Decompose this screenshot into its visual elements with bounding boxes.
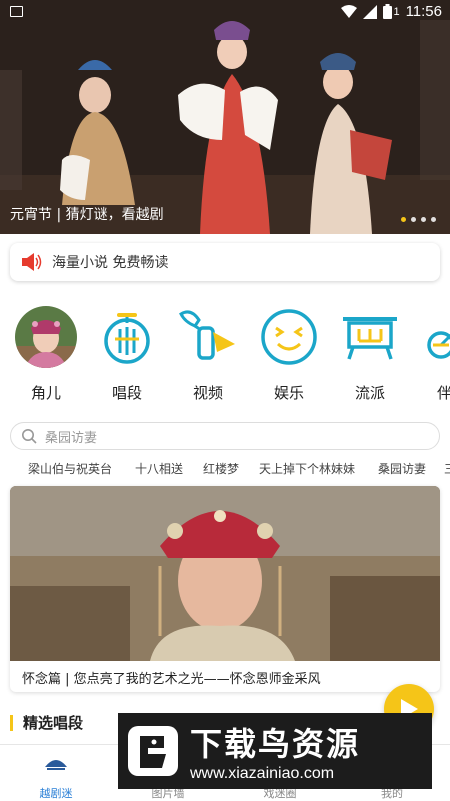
- search-bar[interactable]: 桑园访妻: [10, 422, 440, 450]
- banner-dot[interactable]: [411, 217, 416, 222]
- hot-tag[interactable]: 红楼梦: [203, 460, 239, 477]
- category-ban[interactable]: 伴: [411, 300, 450, 403]
- banner-caption: 元宵节 | 猜灯谜，看越剧: [10, 207, 164, 223]
- category-label: 娱乐: [273, 384, 304, 402]
- banner-pagination: [401, 217, 436, 222]
- hot-tag[interactable]: 梁山伯与祝英台: [28, 460, 112, 477]
- notice-text: 海量小说 免费畅读: [52, 255, 169, 271]
- banner-dot[interactable]: [401, 217, 406, 222]
- home-icon: [45, 760, 67, 770]
- banner-carousel[interactable]: 元宵节 | 猜灯谜，看越剧: [0, 0, 450, 234]
- search-icon: [22, 429, 37, 444]
- category-jueer[interactable]: 角儿: [6, 300, 86, 403]
- hot-tags-row: 梁山伯与祝英台 十八相送 红楼梦 天上掉下个林妹妹 桑园访妻 三: [0, 458, 450, 480]
- avatar-photo: [15, 306, 77, 368]
- accompany-icon: [427, 331, 450, 359]
- nav-label: 越剧迷: [39, 787, 73, 800]
- hot-tag[interactable]: 三: [444, 460, 450, 477]
- hot-tag[interactable]: 十八相送: [135, 460, 183, 477]
- wifi-icon: [341, 4, 358, 18]
- search-placeholder: 桑园访妻: [45, 430, 98, 446]
- hot-tag[interactable]: 桑园访妻: [378, 460, 426, 477]
- feature-title: 怀念篇 | 您点亮了我的艺术之光——怀念恩师金采风: [22, 672, 321, 687]
- category-yule[interactable]: 娱乐: [249, 300, 329, 403]
- image-notification-icon: [10, 6, 23, 17]
- category-label: 伴: [437, 384, 450, 402]
- speaker-icon: [22, 253, 42, 271]
- notice-bar[interactable]: 海量小说 免费畅读: [10, 243, 440, 281]
- clock-time: 11:56: [405, 3, 442, 20]
- video-icon: [179, 310, 235, 360]
- battery-icon: [383, 4, 393, 19]
- signal-icon: [363, 4, 378, 19]
- category-label: 视频: [192, 384, 223, 402]
- section-header: 精选唱段: [10, 712, 83, 733]
- category-changduan[interactable]: 唱段: [87, 300, 167, 403]
- banner-image: [0, 0, 450, 234]
- category-row: 角儿 唱段 视频 娱乐 流派 伴: [0, 300, 450, 410]
- nav-item-home[interactable]: 越剧迷: [0, 745, 112, 801]
- watermark-url: www.xiazainiao.com: [190, 765, 335, 782]
- category-label: 唱段: [111, 384, 142, 402]
- section-title: 精选唱段: [23, 714, 84, 732]
- feature-photo: [10, 486, 440, 661]
- section-accent-bar: [10, 714, 13, 731]
- battery-indicator: 1: [383, 4, 400, 19]
- banner-dot[interactable]: [421, 217, 426, 222]
- site-watermark: 下载鸟资源 www.xiazainiao.com: [118, 713, 432, 789]
- smiley-icon: [261, 309, 317, 365]
- watermark-title: 下载鸟资源: [190, 725, 361, 763]
- category-liupai[interactable]: 流派: [330, 300, 410, 403]
- banner-dot[interactable]: [431, 217, 436, 222]
- category-label: 流派: [354, 384, 385, 402]
- status-bar: 1 11:56: [0, 0, 450, 24]
- hot-tag[interactable]: 天上掉下个林妹妹: [259, 460, 355, 477]
- category-label: 角儿: [30, 384, 61, 402]
- singing-icon: [104, 313, 150, 364]
- category-shipin[interactable]: 视频: [168, 300, 248, 403]
- bird-logo-icon: [128, 726, 178, 776]
- battery-level: 1: [393, 5, 400, 18]
- feature-article-card[interactable]: 怀念篇 | 您点亮了我的艺术之光——怀念恩师金采风: [10, 486, 440, 692]
- school-icon: [343, 317, 397, 360]
